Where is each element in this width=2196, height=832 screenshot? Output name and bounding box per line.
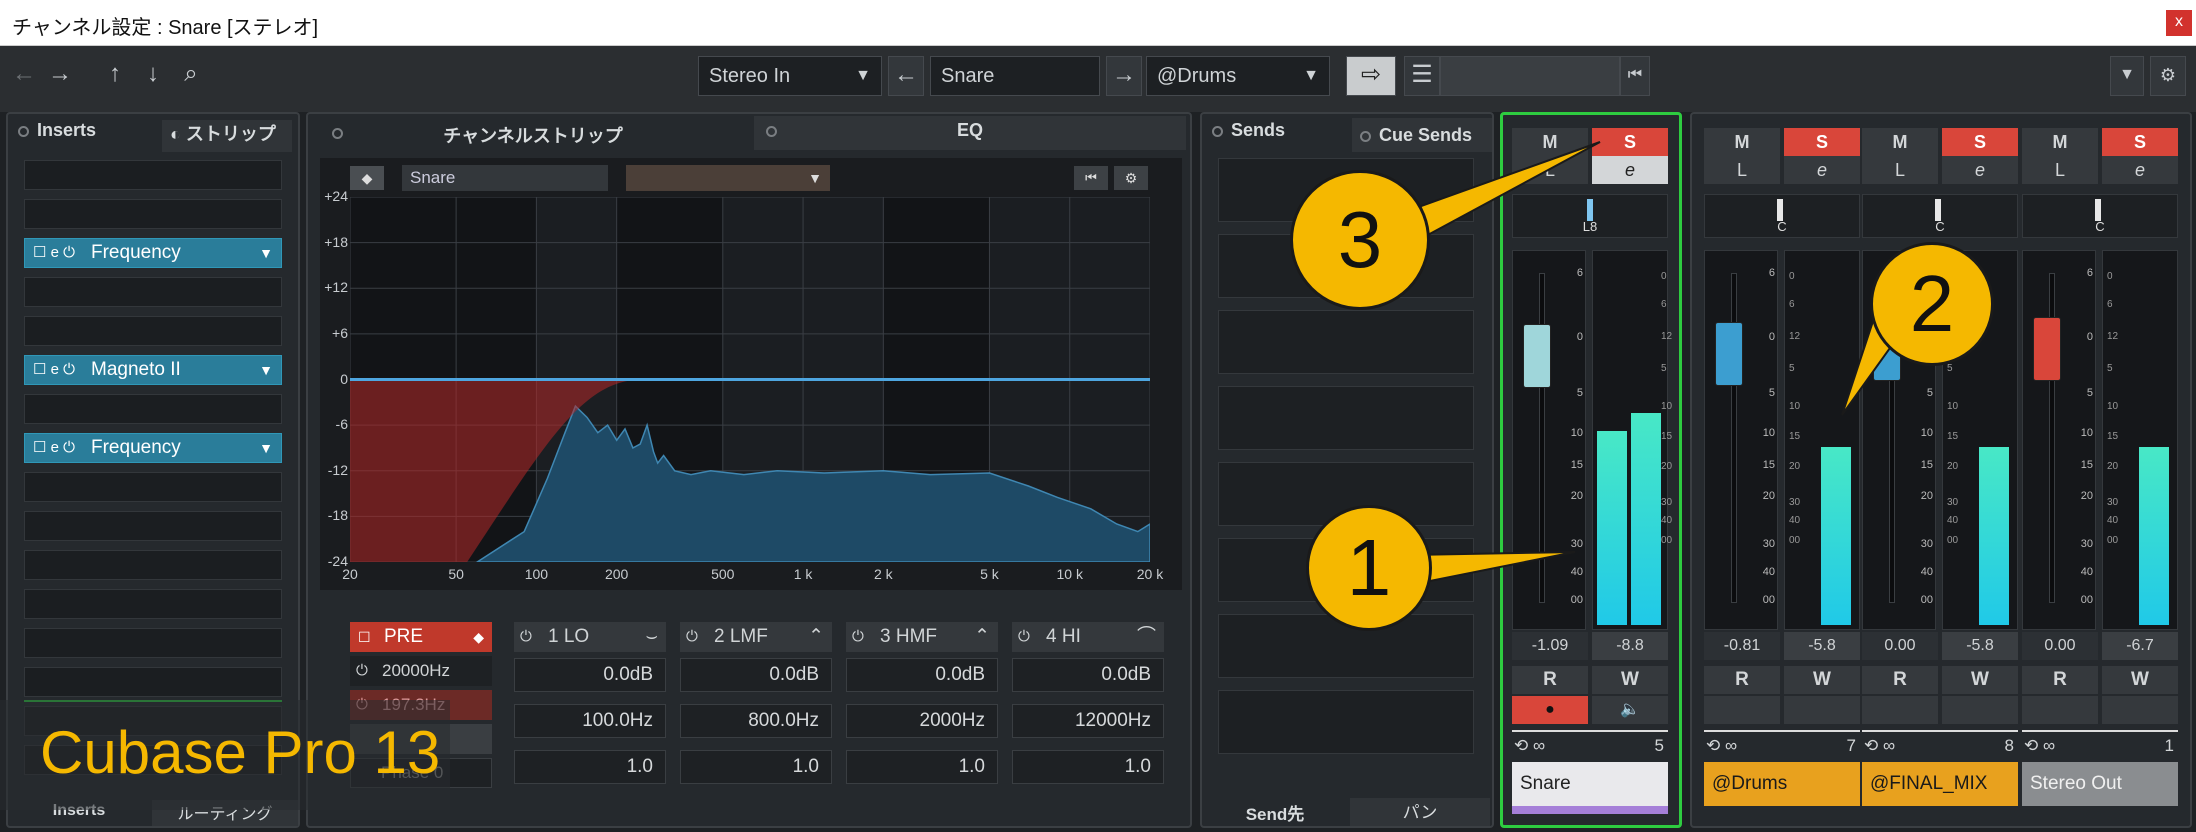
callout-pointers — [1398, 141, 1912, 587]
callout-3-pointer — [1398, 141, 1601, 252]
callout-2: 2 — [1870, 242, 1994, 366]
callout-1-pointer — [1409, 551, 1576, 587]
callout-1: 1 — [1306, 505, 1432, 631]
callout-3: 3 — [1290, 170, 1430, 310]
